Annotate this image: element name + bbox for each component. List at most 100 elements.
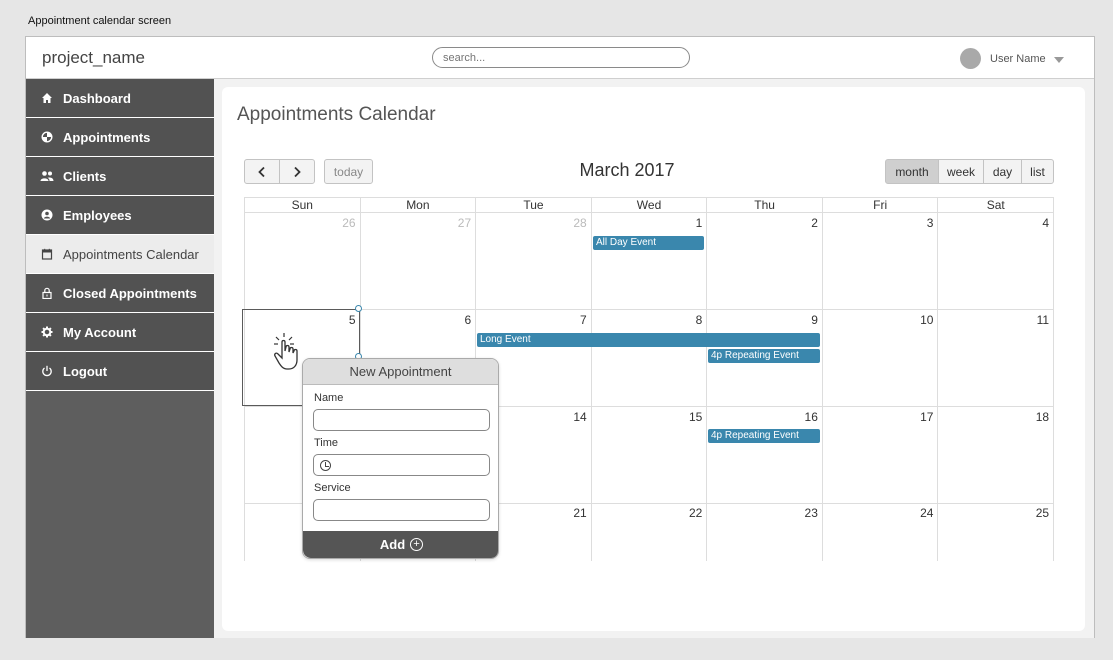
add-button-label: Add: [379, 537, 406, 552]
people-icon: [40, 169, 54, 183]
chevron-left-icon: [258, 166, 265, 177]
lock-icon: [40, 286, 54, 300]
avatar[interactable]: [960, 48, 981, 69]
day-number: 2: [811, 216, 818, 230]
user-name[interactable]: User Name: [990, 53, 1046, 65]
day-number: 10: [920, 313, 934, 327]
day-number: 3: [926, 216, 934, 230]
name-field[interactable]: [313, 409, 490, 431]
day-cell[interactable]: 22: [592, 503, 708, 561]
event-repeating[interactable]: 4p Repeating Event: [708, 429, 820, 443]
sidebar-item-dashboard[interactable]: Dashboard: [26, 79, 214, 118]
resize-handle-top[interactable]: [355, 305, 362, 312]
view-list-button[interactable]: list: [1021, 159, 1054, 184]
day-number: 7: [580, 313, 587, 327]
day-cell[interactable]: 28: [476, 213, 592, 309]
project-name[interactable]: project_name: [42, 48, 145, 68]
week-row: 26 27 28 1 2 3 4: [244, 213, 1055, 310]
day-number: 6: [464, 313, 472, 327]
day-cell[interactable]: 18: [938, 407, 1055, 503]
day-number: 1: [695, 216, 703, 230]
day-number: 17: [920, 410, 934, 424]
day-number: 25: [1035, 506, 1050, 520]
sidebar-item-label: Dashboard: [63, 90, 131, 106]
day-cell[interactable]: 26: [245, 213, 361, 309]
sidebar-item-label: Appointments: [63, 129, 151, 145]
day-cell[interactable]: 15: [592, 407, 708, 503]
home-icon: [40, 91, 54, 105]
user-menu[interactable]: User Name: [960, 48, 1064, 69]
calendar-icon: [40, 247, 54, 261]
today-button[interactable]: today: [324, 159, 373, 184]
day-number: 24: [920, 506, 934, 520]
sidebar-item-clients[interactable]: Clients: [26, 157, 214, 196]
power-icon: [40, 364, 54, 378]
day-cell[interactable]: 4: [938, 213, 1055, 309]
new-appointment-popup: New Appointment Name Time Service Add +: [302, 358, 499, 559]
day-number: 4: [1042, 216, 1050, 230]
chevron-down-icon[interactable]: [1053, 56, 1064, 63]
event-long[interactable]: Long Event: [477, 333, 820, 347]
sidebar-item-appointments-calendar[interactable]: Appointments Calendar: [26, 235, 214, 274]
chevron-right-icon: [294, 166, 301, 177]
clock-icon: [320, 460, 331, 471]
view-month-button[interactable]: month: [885, 159, 939, 184]
days-of-week-header: Sun Mon Tue Wed Thu Fri Sat: [244, 197, 1054, 213]
dow-mon: Mon: [361, 198, 477, 212]
person-icon: [40, 208, 54, 222]
sidebar-item-label: My Account: [63, 324, 137, 340]
day-number: 22: [688, 506, 703, 520]
sidebar-item-employees[interactable]: Employees: [26, 196, 214, 235]
hand-cursor-icon: [274, 333, 298, 370]
view-day-button[interactable]: day: [983, 159, 1022, 184]
dow-fri: Fri: [823, 198, 939, 212]
day-number: 18: [1035, 410, 1050, 424]
day-cell[interactable]: 24: [823, 503, 939, 561]
dow-tue: Tue: [476, 198, 592, 212]
gear-icon: [40, 325, 54, 339]
service-field[interactable]: [313, 499, 490, 521]
day-cell[interactable]: 23: [707, 503, 823, 561]
sidebar-item-closed-appointments[interactable]: Closed Appointments: [26, 274, 214, 313]
sidebar-item-my-account[interactable]: My Account: [26, 313, 214, 352]
day-number: 21: [573, 506, 587, 520]
sidebar-item-label: Closed Appointments: [63, 285, 197, 301]
view-week-button[interactable]: week: [938, 159, 984, 184]
day-number: 28: [573, 216, 587, 230]
service-label: Service: [314, 482, 351, 494]
day-cell[interactable]: 16: [707, 407, 823, 503]
day-cell[interactable]: 3: [823, 213, 939, 309]
dow-sun: Sun: [245, 198, 361, 212]
sidebar-item-appointments[interactable]: Appointments: [26, 118, 214, 157]
day-number: 23: [804, 506, 818, 520]
event-all-day[interactable]: All Day Event: [593, 236, 704, 250]
top-bar: project_name User Name: [26, 37, 1094, 79]
day-cell[interactable]: 27: [361, 213, 477, 309]
day-cell[interactable]: 11: [938, 310, 1055, 406]
add-button[interactable]: Add +: [303, 531, 498, 558]
day-cell[interactable]: 1: [592, 213, 708, 309]
sidebar-item-logout[interactable]: Logout: [26, 352, 214, 391]
next-month-button[interactable]: [279, 159, 315, 184]
sidebar-item-label: Employees: [63, 207, 132, 223]
search-input[interactable]: [432, 47, 690, 68]
sidebar-item-label: Clients: [63, 168, 107, 184]
plus-circle-icon: +: [410, 538, 424, 551]
sidebar-item-label: Logout: [63, 363, 108, 379]
sidebar-item-label: Appointments Calendar: [63, 246, 199, 262]
pie-icon: [40, 130, 54, 144]
popup-title: New Appointment: [303, 359, 498, 385]
event-repeating[interactable]: 4p Repeating Event: [708, 349, 820, 363]
day-cell[interactable]: 25: [938, 503, 1055, 561]
dow-wed: Wed: [592, 198, 708, 212]
day-cell[interactable]: 8: [592, 310, 708, 406]
prev-month-button[interactable]: [244, 159, 280, 184]
dow-thu: Thu: [707, 198, 823, 212]
time-field[interactable]: [313, 454, 490, 476]
day-cell[interactable]: 17: [823, 407, 939, 503]
app-window: project_name User Name Dashboard Appoint…: [25, 36, 1095, 638]
day-number: 11: [1036, 313, 1050, 327]
calendar-title: March 2017: [579, 160, 675, 180]
day-cell[interactable]: 2: [707, 213, 823, 309]
day-cell[interactable]: 10: [823, 310, 939, 406]
